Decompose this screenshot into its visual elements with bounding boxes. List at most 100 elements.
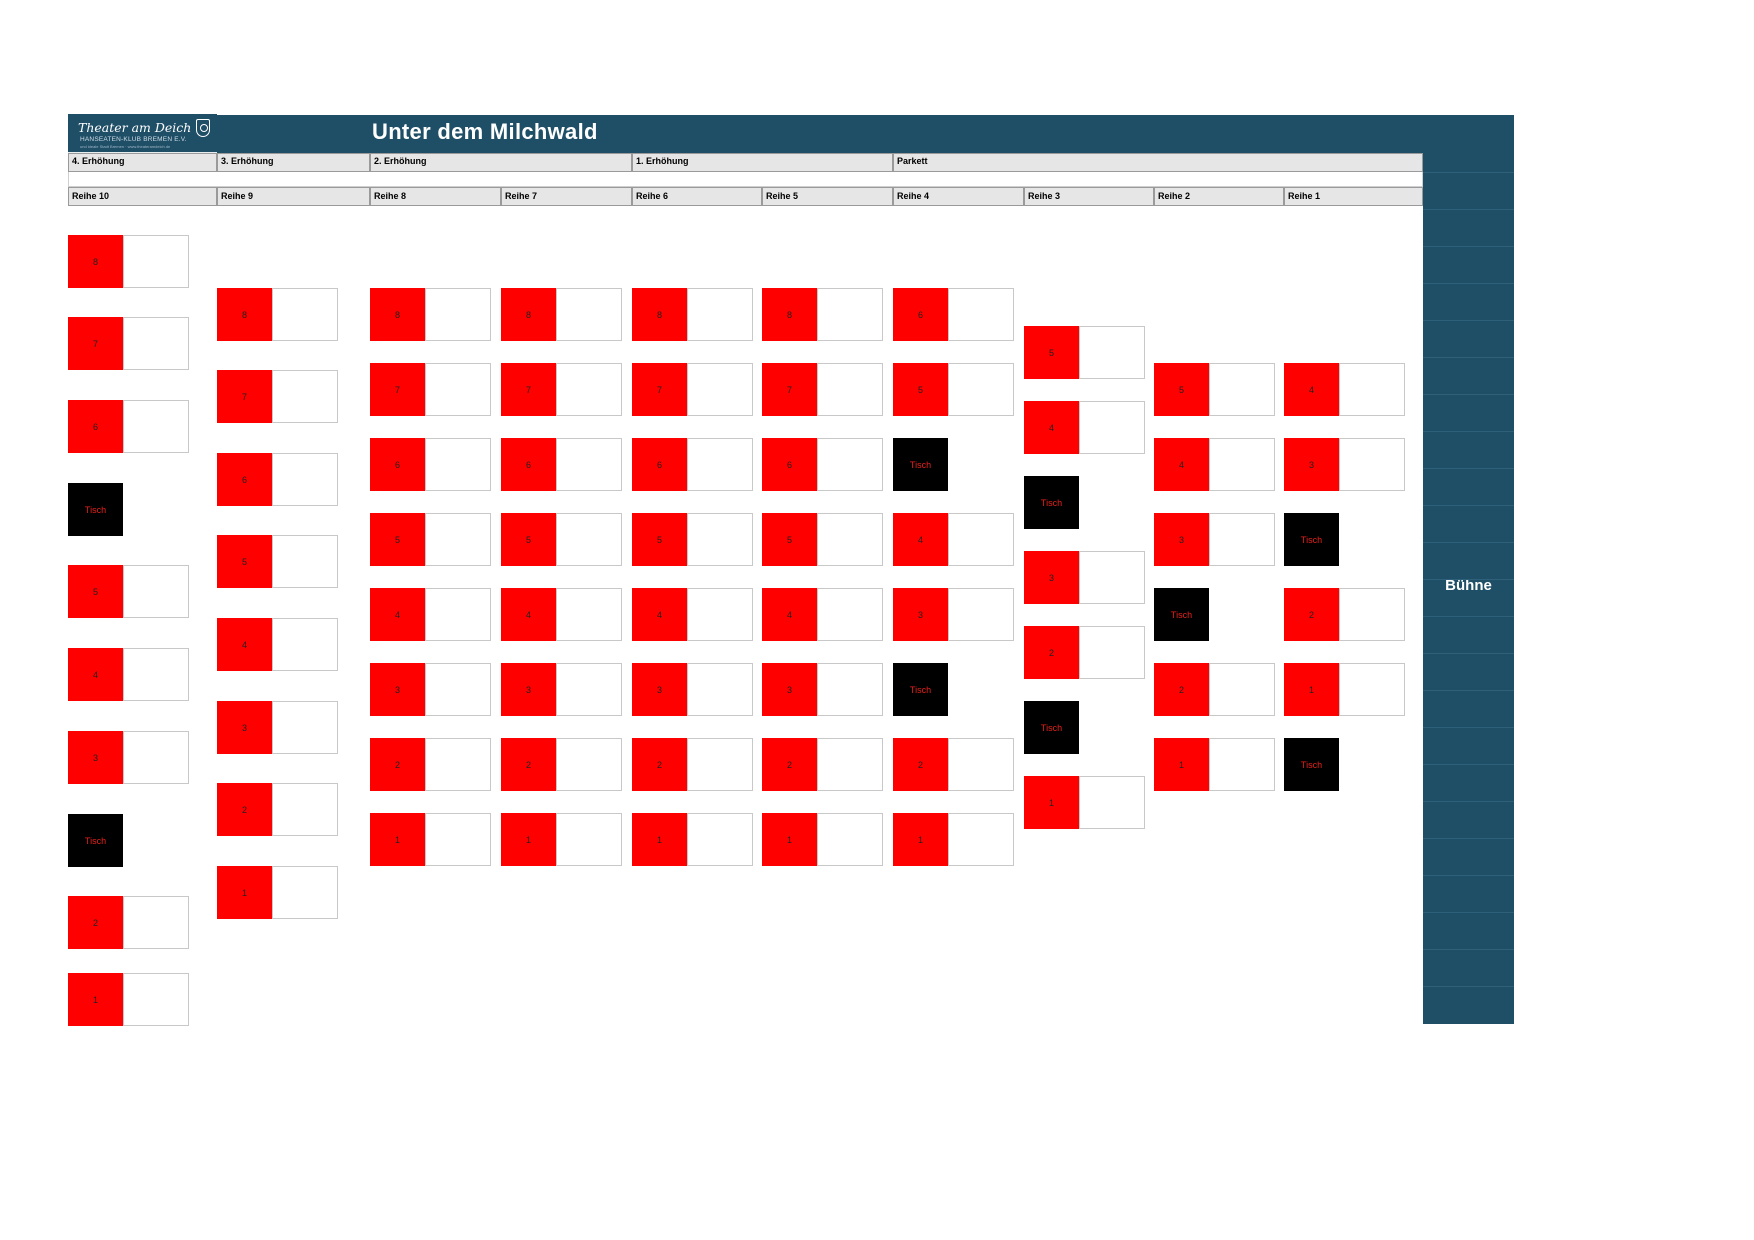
seat-name-field[interactable]: [687, 438, 753, 491]
seat-name-field[interactable]: [687, 588, 753, 641]
seat[interactable]: 5: [1154, 363, 1275, 416]
seat[interactable]: 4: [370, 588, 491, 641]
seat-name-field[interactable]: [817, 438, 883, 491]
seat-name-field[interactable]: [1339, 588, 1405, 641]
seat-name-field[interactable]: [1339, 438, 1405, 491]
seat[interactable]: 5: [1024, 326, 1145, 379]
seat-name-field[interactable]: [272, 370, 338, 423]
seat[interactable]: 3: [217, 701, 338, 754]
seat-name-field[interactable]: [425, 738, 491, 791]
seat[interactable]: 5: [893, 363, 1014, 416]
seat[interactable]: 2: [68, 896, 189, 949]
seat[interactable]: 2: [501, 738, 622, 791]
seat[interactable]: 6: [217, 453, 338, 506]
seat-name-field[interactable]: [425, 588, 491, 641]
seat[interactable]: 5: [370, 513, 491, 566]
seat[interactable]: 4: [762, 588, 883, 641]
seat[interactable]: 4: [893, 513, 1014, 566]
seat-name-field[interactable]: [1079, 626, 1145, 679]
seat-name-field[interactable]: [425, 513, 491, 566]
seat-name-field[interactable]: [687, 363, 753, 416]
seat[interactable]: 1: [632, 813, 753, 866]
seat-name-field[interactable]: [817, 588, 883, 641]
seat[interactable]: 2: [370, 738, 491, 791]
seat-name-field[interactable]: [687, 288, 753, 341]
seat[interactable]: 5: [762, 513, 883, 566]
seat-name-field[interactable]: [556, 438, 622, 491]
seat[interactable]: 3: [1024, 551, 1145, 604]
seat[interactable]: 2: [893, 738, 1014, 791]
seat-name-field[interactable]: [687, 813, 753, 866]
seat-name-field[interactable]: [556, 663, 622, 716]
seat-name-field[interactable]: [948, 288, 1014, 341]
seat[interactable]: 2: [1154, 663, 1275, 716]
seat-name-field[interactable]: [1079, 776, 1145, 829]
seat[interactable]: 4: [1024, 401, 1145, 454]
seat[interactable]: 3: [632, 663, 753, 716]
seat[interactable]: 4: [68, 648, 189, 701]
seat-name-field[interactable]: [425, 663, 491, 716]
seat-name-field[interactable]: [123, 896, 189, 949]
seat[interactable]: 5: [68, 565, 189, 618]
seat[interactable]: 5: [632, 513, 753, 566]
seat-name-field[interactable]: [1209, 513, 1275, 566]
seat[interactable]: 1: [68, 973, 189, 1026]
seat[interactable]: 4: [1284, 363, 1405, 416]
seat-name-field[interactable]: [556, 813, 622, 866]
seat-name-field[interactable]: [1209, 438, 1275, 491]
seat[interactable]: 4: [632, 588, 753, 641]
seat-name-field[interactable]: [425, 363, 491, 416]
seat-name-field[interactable]: [817, 663, 883, 716]
seat[interactable]: 3: [762, 663, 883, 716]
seat[interactable]: 8: [632, 288, 753, 341]
seat-name-field[interactable]: [272, 535, 338, 588]
seat-name-field[interactable]: [687, 663, 753, 716]
seat-name-field[interactable]: [1209, 363, 1275, 416]
seat-name-field[interactable]: [948, 813, 1014, 866]
seat[interactable]: 7: [632, 363, 753, 416]
seat-name-field[interactable]: [123, 565, 189, 618]
seat-name-field[interactable]: [948, 513, 1014, 566]
seat-name-field[interactable]: [272, 618, 338, 671]
seat-name-field[interactable]: [1079, 326, 1145, 379]
seat-name-field[interactable]: [425, 288, 491, 341]
seat-name-field[interactable]: [556, 588, 622, 641]
seat-name-field[interactable]: [817, 813, 883, 866]
seat-name-field[interactable]: [948, 588, 1014, 641]
seat[interactable]: 1: [1024, 776, 1145, 829]
seat[interactable]: 1: [1284, 663, 1405, 716]
seat[interactable]: 7: [762, 363, 883, 416]
seat-name-field[interactable]: [1339, 663, 1405, 716]
seat-name-field[interactable]: [123, 400, 189, 453]
seat[interactable]: 6: [632, 438, 753, 491]
seat-name-field[interactable]: [1339, 363, 1405, 416]
seat[interactable]: 1: [217, 866, 338, 919]
seat[interactable]: 7: [217, 370, 338, 423]
seat[interactable]: 1: [893, 813, 1014, 866]
seat-name-field[interactable]: [123, 317, 189, 370]
seat-name-field[interactable]: [123, 648, 189, 701]
seat[interactable]: 3: [68, 731, 189, 784]
seat-name-field[interactable]: [272, 453, 338, 506]
seat[interactable]: 3: [370, 663, 491, 716]
seat-name-field[interactable]: [123, 235, 189, 288]
seat[interactable]: 8: [68, 235, 189, 288]
seat[interactable]: 6: [762, 438, 883, 491]
seat[interactable]: 4: [501, 588, 622, 641]
seat[interactable]: 6: [501, 438, 622, 491]
seat-name-field[interactable]: [123, 731, 189, 784]
seat[interactable]: 6: [68, 400, 189, 453]
seat-name-field[interactable]: [556, 288, 622, 341]
seat-name-field[interactable]: [948, 363, 1014, 416]
seat-name-field[interactable]: [272, 288, 338, 341]
seat-name-field[interactable]: [272, 701, 338, 754]
seat[interactable]: 2: [217, 783, 338, 836]
seat-name-field[interactable]: [1079, 401, 1145, 454]
seat[interactable]: 1: [370, 813, 491, 866]
seat-name-field[interactable]: [817, 288, 883, 341]
seat-name-field[interactable]: [817, 363, 883, 416]
seat-name-field[interactable]: [1209, 663, 1275, 716]
seat[interactable]: 7: [501, 363, 622, 416]
seat[interactable]: 2: [1284, 588, 1405, 641]
seat[interactable]: 1: [1154, 738, 1275, 791]
